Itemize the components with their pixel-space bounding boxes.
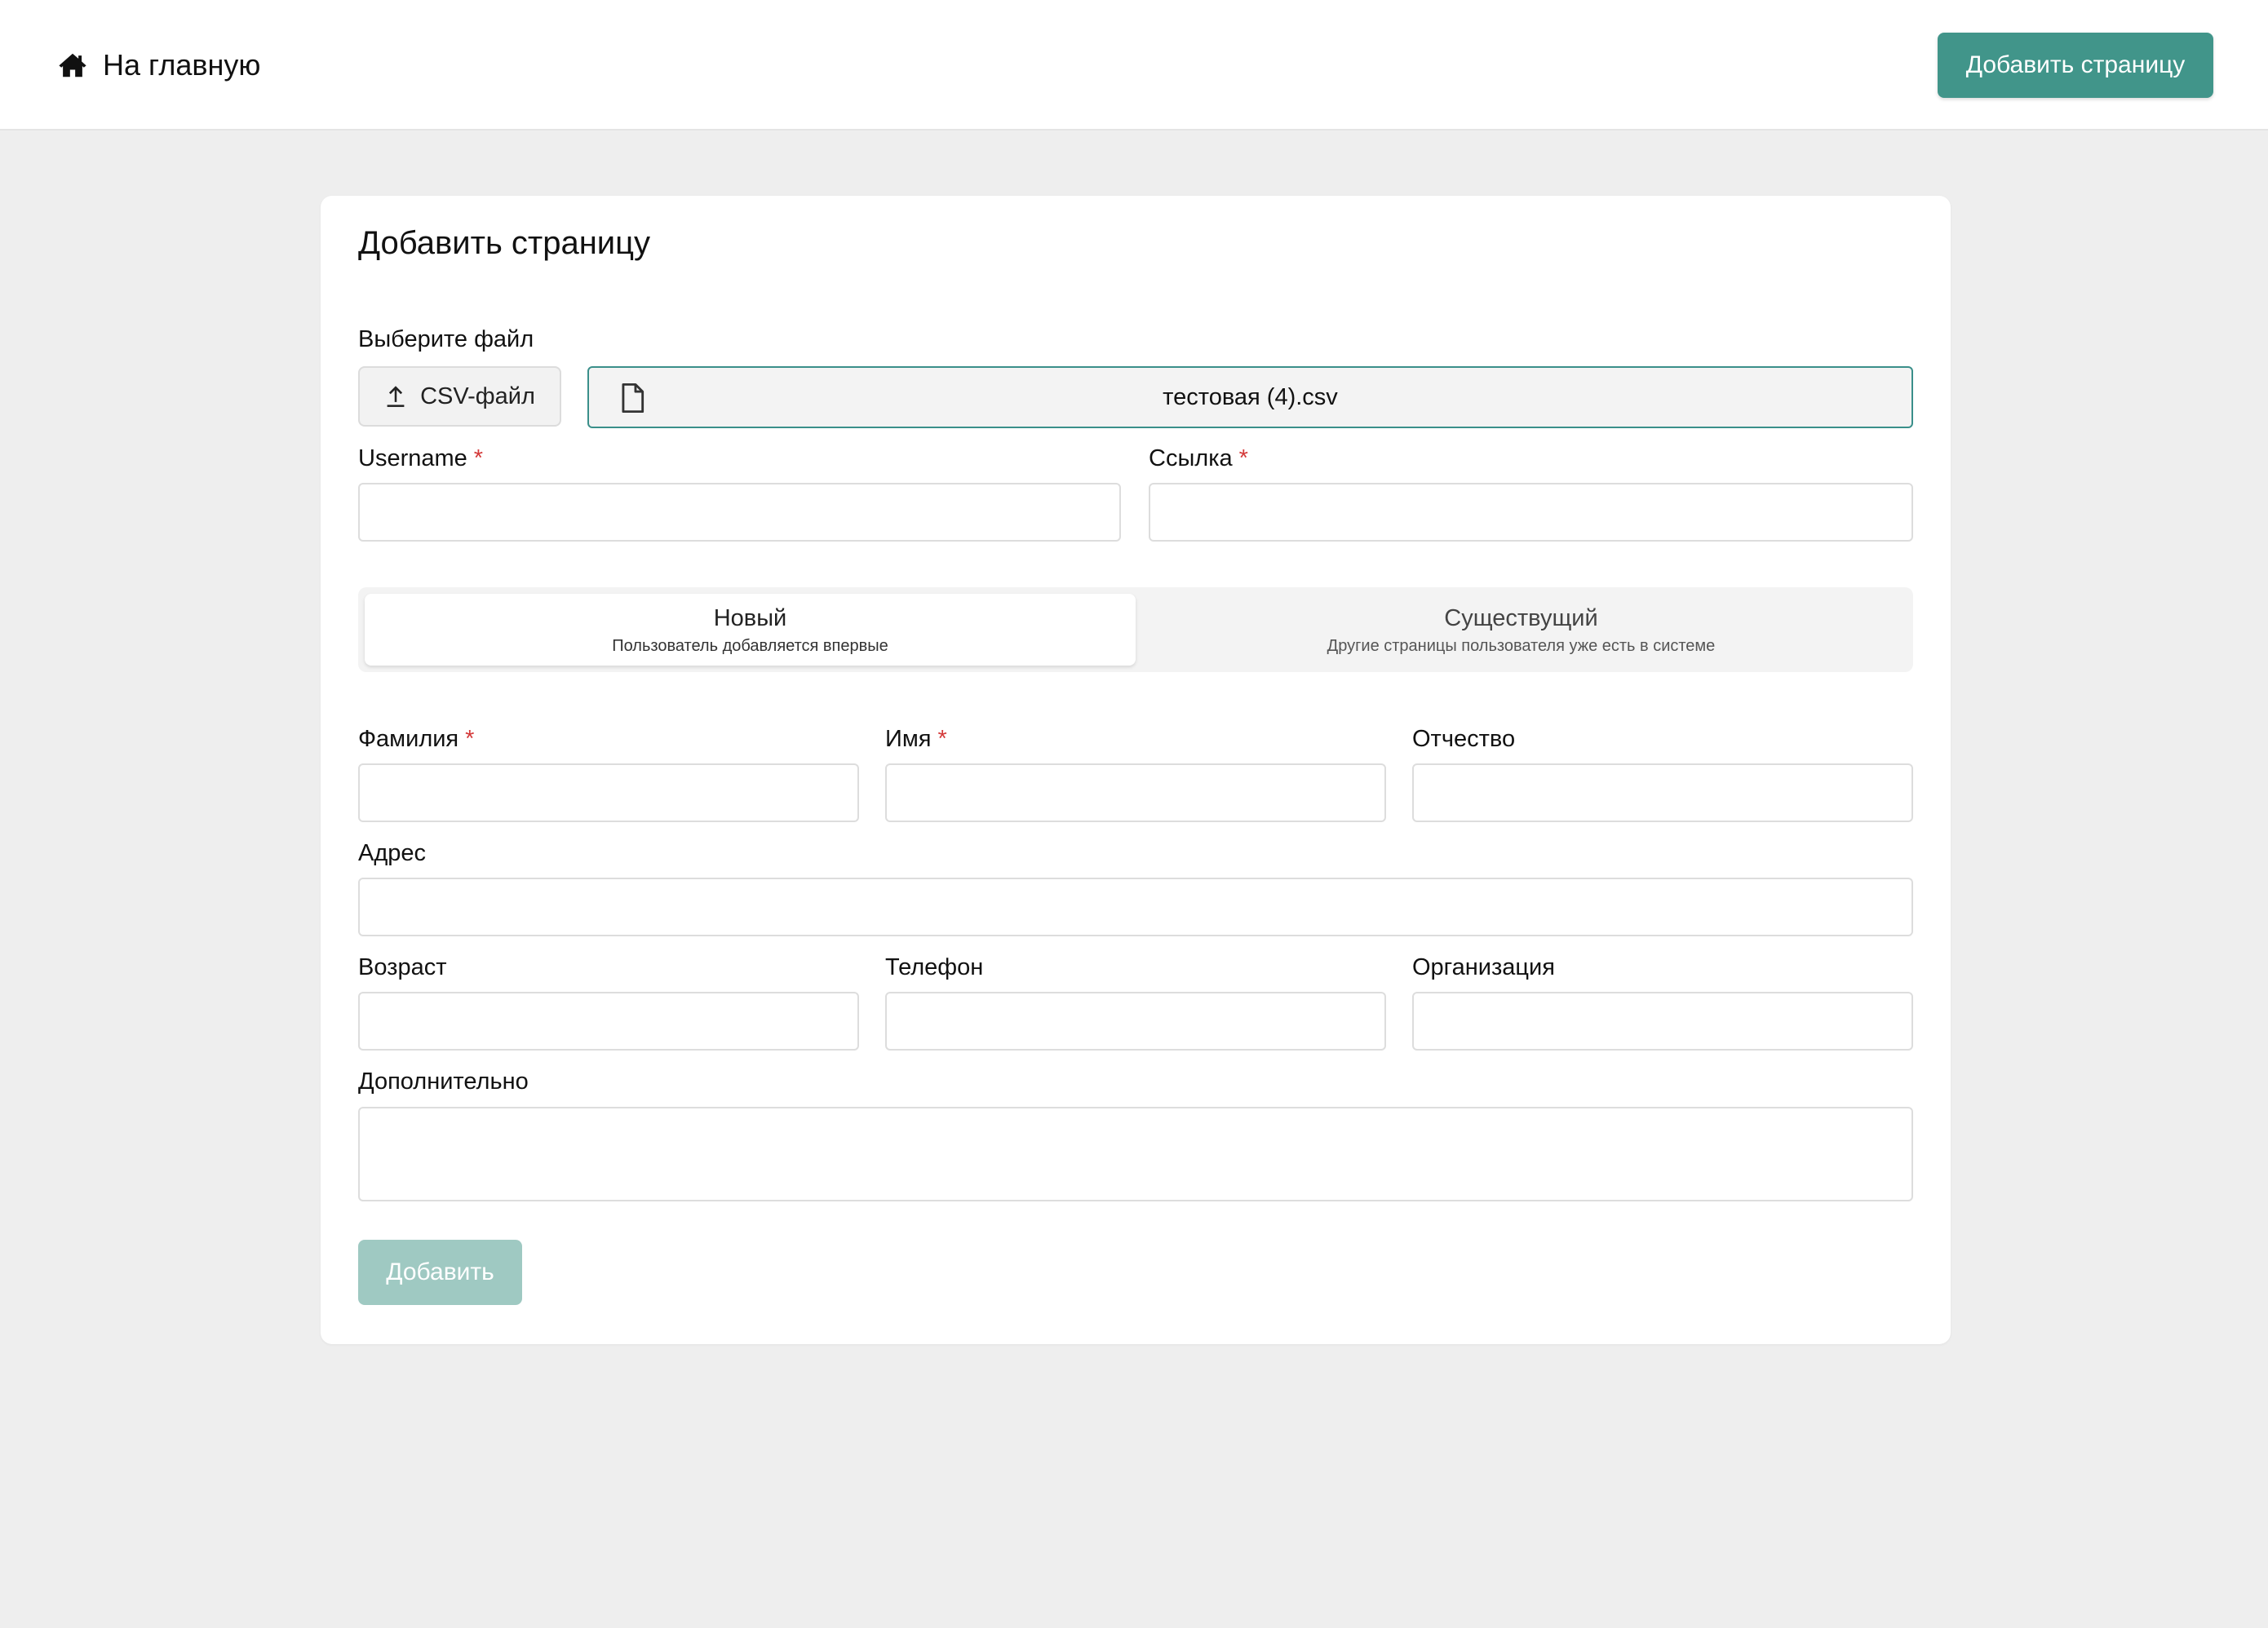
lastname-label: Фамилия * [358,726,474,753]
user-type-existing-option[interactable]: Существущий Другие страницы пользователя… [1136,594,1907,666]
required-mark: * [1238,445,1248,471]
link-label: Ссылка * [1149,445,1248,472]
user-type-existing-subtitle: Другие страницы пользователя уже есть в … [1327,637,1716,655]
age-label: Возраст [358,954,447,980]
username-label-text: Username [358,445,467,471]
phone-input[interactable] [885,992,1386,1051]
user-type-new-subtitle: Пользователь добавляется впервые [612,637,888,655]
user-type-existing-title: Существущий [1444,605,1598,631]
submit-button[interactable]: Добавить [358,1240,522,1305]
csv-upload-button[interactable]: CSV-файл [358,366,561,427]
phone-label: Телефон [885,954,984,980]
age-input[interactable] [358,992,859,1051]
lastname-input[interactable] [358,763,859,822]
required-mark: * [465,726,475,752]
home-icon [59,53,86,77]
username-label: Username * [358,445,483,472]
firstname-input[interactable] [885,763,1386,822]
selected-file-field[interactable]: тестовая (4).csv [587,366,1913,428]
organization-label: Организация [1412,954,1555,980]
add-page-button[interactable]: Добавить страницу [1938,33,2213,98]
required-mark: * [473,445,484,471]
patronymic-input[interactable] [1412,763,1913,822]
home-link[interactable]: На главную [57,46,260,85]
link-input[interactable] [1149,483,1913,542]
organization-input[interactable] [1412,992,1913,1051]
file-label: Выберите файл [358,326,534,352]
address-input[interactable] [358,878,1913,936]
username-input[interactable] [358,483,1121,542]
user-type-switch: Новый Пользователь добавляется впервые С… [358,587,1913,672]
firstname-label-text: Имя [885,726,932,752]
firstname-label: Имя * [885,726,947,753]
top-bar: На главную Добавить страницу [0,0,2268,131]
add-page-form: Добавить страницу Выберите файл CSV-файл… [321,196,1951,1344]
upload-icon [387,386,405,407]
user-type-new-title: Новый [713,605,787,631]
lastname-label-text: Фамилия [358,726,459,752]
user-type-new-option[interactable]: Новый Пользователь добавляется впервые [365,594,1136,666]
extra-textarea[interactable] [358,1107,1913,1201]
form-title: Добавить страницу [358,225,651,261]
address-label: Адрес [358,840,427,866]
home-link-label: На главную [103,48,261,82]
csv-upload-label: CSV-файл [420,383,535,409]
selected-file-name: тестовая (4).csv [1163,384,1338,410]
extra-label: Дополнительно [358,1068,529,1095]
patronymic-label: Отчество [1412,726,1516,752]
link-label-text: Ссылка [1149,445,1233,471]
required-mark: * [937,726,947,752]
